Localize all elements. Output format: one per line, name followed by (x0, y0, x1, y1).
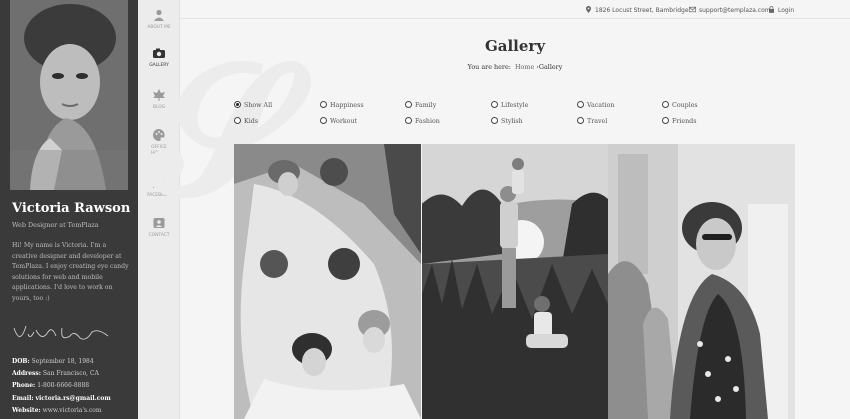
radio-icon (491, 101, 498, 108)
filter-family[interactable]: Family (405, 101, 436, 110)
radio-icon (577, 117, 584, 124)
radio-icon (405, 117, 412, 124)
gallery-photo (422, 144, 608, 419)
location-pin-icon (586, 6, 591, 13)
user-icon (154, 9, 164, 21)
filter-kids[interactable]: Kids (234, 117, 258, 126)
fact-website: Website: www.victoria's.com (12, 406, 102, 414)
top-bar: 1826 Locust Street, Bambridge support@te… (180, 0, 850, 19)
radio-icon (320, 117, 327, 124)
radio-icon (491, 117, 498, 124)
gallery-photo (608, 144, 795, 419)
filter-lifestyle[interactable]: Lifestyle (491, 101, 528, 110)
radio-icon (662, 117, 669, 124)
signature-image (13, 325, 109, 340)
topbar-login[interactable]: Login (768, 6, 794, 14)
page-title: Gallery (484, 37, 546, 55)
radio-icon (662, 101, 669, 108)
topbar-email[interactable]: support@templaza.com (689, 6, 771, 14)
profile-facts: DOB: September 18, 1984 Address: San Fra… (12, 356, 136, 417)
topbar-address: 1826 Locust Street, Bambridge (585, 6, 689, 14)
filter-show-all[interactable]: Show All (234, 101, 272, 110)
fact-address: Address: San Francisco, CA (12, 370, 99, 378)
filter-workout[interactable]: Workout (320, 117, 357, 126)
filter-couples[interactable]: Couples (662, 101, 698, 110)
radio-icon (577, 101, 584, 108)
gallery-photo (234, 144, 421, 419)
profile-name: Victoria Rawson (12, 201, 131, 216)
breadcrumb: You are here: Home ›Gallery (467, 63, 563, 71)
gallery-item[interactable] (608, 144, 795, 419)
breadcrumb-current: Gallery (538, 63, 563, 71)
mail-icon (689, 6, 696, 13)
profile-sidebar: Victoria Rawson Web Designer at TemPlaza… (0, 0, 138, 419)
filter-fashion[interactable]: Fashion (405, 117, 440, 126)
profile-photo (10, 0, 128, 190)
filter-stylish[interactable]: Stylish (491, 117, 523, 126)
gallery-filters: Show All Happiness Family Lifestyle Vaca… (234, 101, 794, 131)
main-content: 𝓢 1826 Locust Street, Bambridge support@… (150, 0, 850, 419)
fact-email: Email: victoria.rs@gmail.com (12, 394, 111, 402)
radio-icon (405, 101, 412, 108)
gallery-item[interactable] (422, 144, 608, 419)
radio-icon (320, 101, 327, 108)
profile-bio: Hi! My name is Victoria. I'm a creative … (12, 242, 129, 302)
breadcrumb-home[interactable]: Home (515, 63, 534, 71)
filter-travel[interactable]: Travel (577, 117, 607, 126)
filter-happiness[interactable]: Happiness (320, 101, 364, 110)
filter-friends[interactable]: Friends (662, 117, 696, 126)
radio-icon (234, 117, 241, 124)
filter-vacation[interactable]: Vacation (577, 101, 614, 110)
fact-dob: DOB: September 18, 1984 (12, 358, 94, 365)
profile-role: Web Designer at TemPlaza (12, 221, 99, 229)
radio-checked-icon (234, 101, 241, 108)
gallery-item[interactable] (234, 144, 421, 419)
lock-icon (769, 6, 774, 13)
fact-phone: Phone: 1-800-6666-8888 (12, 382, 90, 390)
